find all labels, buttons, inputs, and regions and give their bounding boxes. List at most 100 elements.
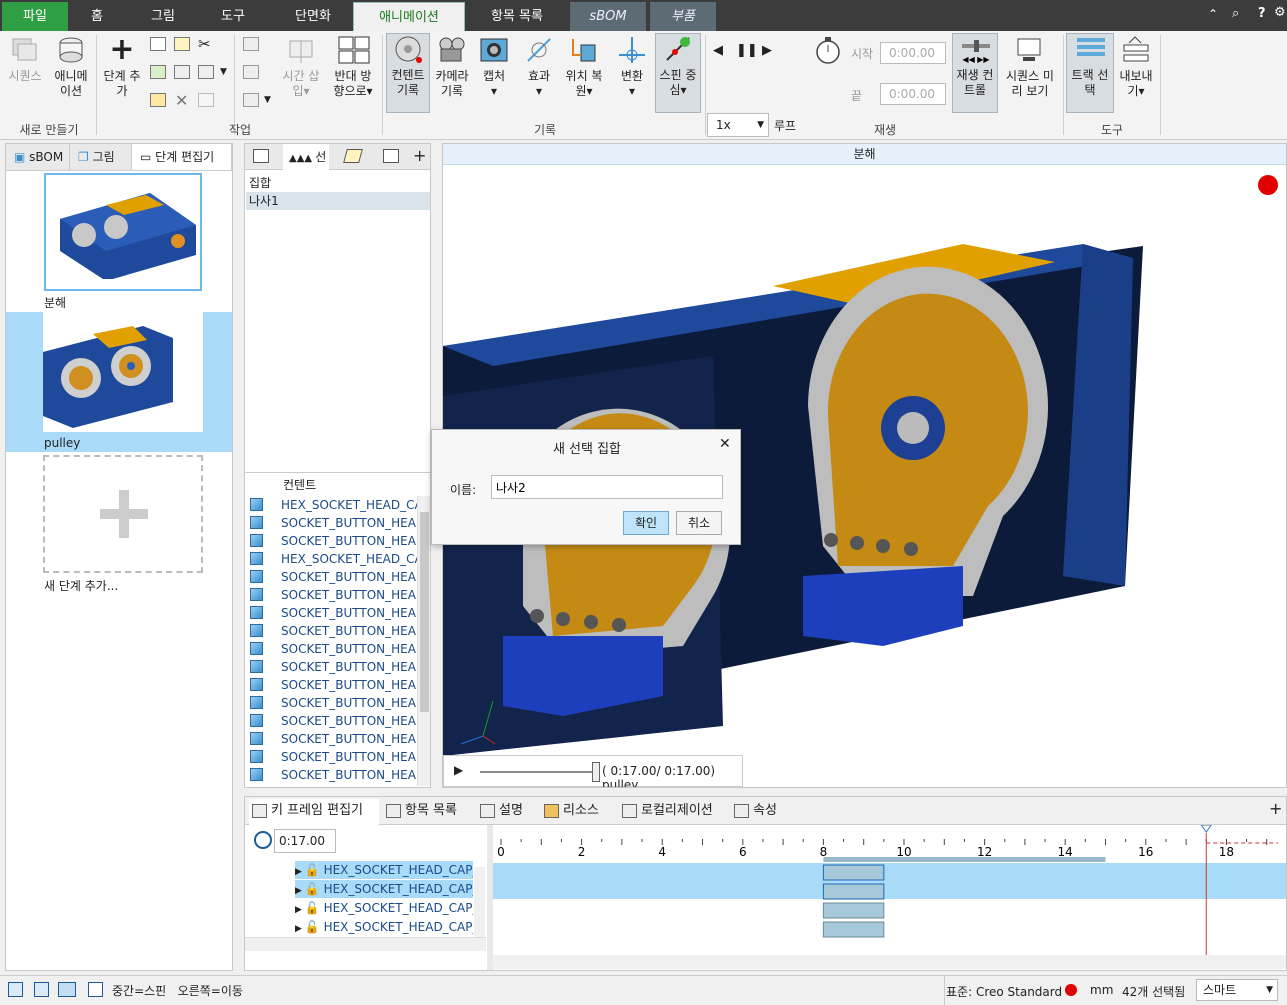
search-icon[interactable]: ⌕ bbox=[1232, 6, 1239, 21]
tab-properties[interactable]: 속성 bbox=[731, 799, 791, 823]
sequence-preview-button[interactable]: 시퀀스 미 리 보기 bbox=[1002, 35, 1058, 99]
timeline[interactable]: 0 2 4 6 8 10 12 14 16 18 bbox=[493, 825, 1286, 970]
delete-icon[interactable]: ✕ bbox=[175, 91, 188, 110]
help-icon[interactable]: ? bbox=[1258, 6, 1266, 21]
step-card-2[interactable]: pulley bbox=[6, 312, 232, 452]
eraser-icon[interactable] bbox=[343, 149, 363, 163]
name-input[interactable] bbox=[491, 475, 723, 499]
content-row[interactable]: SOCKET_BUTTON_HEAD bbox=[247, 622, 417, 640]
tab-file[interactable]: 파일 bbox=[2, 2, 68, 31]
paste-icon[interactable] bbox=[198, 65, 214, 79]
player-slider-knob[interactable] bbox=[592, 762, 600, 782]
content-row[interactable]: SOCKET_BUTTON_HEAD bbox=[247, 604, 417, 622]
expand-arrow-icon[interactable]: ▶ bbox=[295, 867, 305, 877]
sequence-button[interactable]: 시퀀스 bbox=[4, 35, 46, 84]
player-slider[interactable] bbox=[480, 771, 596, 773]
set-tab-icon[interactable] bbox=[253, 149, 269, 163]
resource-icon[interactable] bbox=[150, 65, 166, 79]
track-select-button[interactable]: 트랙 선 택 bbox=[1066, 33, 1114, 113]
tree-row[interactable]: ▶ 🔓 HEX_SOCKET_HEAD_CAP_ bbox=[295, 880, 473, 898]
cut-icon[interactable]: ✂ bbox=[198, 35, 211, 53]
tab-step-editor[interactable]: ▭ 단계 편집기 bbox=[132, 144, 232, 170]
scale-icon[interactable] bbox=[243, 93, 259, 107]
spin-center-button[interactable]: 스핀 중 심▾ bbox=[655, 33, 701, 113]
expand-arrow-icon[interactable]: ▶ bbox=[295, 886, 305, 896]
step-card-1[interactable]: 분해 bbox=[6, 172, 232, 310]
tab-sbom[interactable]: sBOM bbox=[570, 2, 646, 31]
text-icon[interactable] bbox=[150, 37, 166, 51]
next-icon[interactable]: ▶ bbox=[762, 43, 772, 58]
tab-description[interactable]: 설명 bbox=[477, 799, 537, 823]
expand-arrow-icon[interactable]: ▶ bbox=[295, 924, 305, 934]
transform-button[interactable]: 변환 ▾ bbox=[612, 35, 652, 99]
note-icon[interactable] bbox=[174, 37, 190, 51]
tab-keyframe-editor[interactable]: 키 프레임 편집기 bbox=[249, 799, 379, 825]
content-row[interactable]: SOCKET_BUTTON_HEAD bbox=[247, 766, 417, 784]
pause-icon[interactable]: ❚❚ bbox=[736, 43, 758, 58]
content-row[interactable]: SOCKET_BUTTON_HEAD bbox=[247, 694, 417, 712]
tab-resources[interactable]: 리소스 bbox=[541, 799, 613, 823]
time-insert-button[interactable]: 시간 삽 입▾ bbox=[278, 35, 324, 99]
tab-sectioning[interactable]: 단면화 bbox=[275, 2, 351, 31]
position-restore-button[interactable]: 위치 복 원▾ bbox=[562, 35, 606, 99]
tab-localization[interactable]: 로컬리제이션 bbox=[619, 799, 721, 823]
add-step-label[interactable]: 새 단계 추가... bbox=[44, 577, 118, 594]
ok-button[interactable]: 확인 bbox=[623, 511, 669, 535]
chevron-up-icon[interactable]: ⌃ bbox=[1208, 7, 1218, 21]
content-row[interactable]: SOCKET_BUTTON_HEAD bbox=[247, 712, 417, 730]
tab-tools[interactable]: 도구 bbox=[204, 2, 262, 31]
expand-arrow-icon[interactable]: ▶ bbox=[295, 905, 305, 915]
content-record-button[interactable]: 컨텐트 기록 bbox=[386, 33, 430, 113]
time-input[interactable]: 0:17.00 bbox=[274, 829, 336, 853]
scrollbar[interactable] bbox=[417, 496, 430, 786]
animation-button[interactable]: 애니메 이션 bbox=[50, 35, 92, 99]
add-tab-icon[interactable]: + bbox=[413, 146, 426, 165]
calendar-icon[interactable] bbox=[383, 149, 399, 163]
content-row[interactable]: HEX_SOCKET_HEAD_CAP bbox=[247, 550, 417, 568]
camera-record-button[interactable]: 카메라 기록 bbox=[432, 35, 472, 99]
tree-row[interactable]: ▶ 🔓 HEX_SOCKET_HEAD_CAP_ bbox=[295, 918, 473, 936]
export-button[interactable]: 내보내 기▾ bbox=[1116, 35, 1156, 99]
chevron-down-icon[interactable]: ▼ bbox=[264, 95, 271, 105]
tab-line[interactable]: ▲▲▲ 선 bbox=[283, 144, 329, 170]
content-row[interactable]: SOCKET_BUTTON_HEAD bbox=[247, 532, 417, 550]
start-time-input[interactable]: 0:00.00 bbox=[880, 42, 946, 64]
prev-icon[interactable]: ◀ bbox=[713, 43, 723, 58]
add-step-button[interactable]: + 단계 추 가 bbox=[100, 35, 144, 99]
layout-2-icon[interactable] bbox=[34, 982, 49, 997]
tab-animation[interactable]: 애니메이션 bbox=[353, 2, 465, 31]
content-row[interactable]: SOCKET_BUTTON_HEAD bbox=[247, 676, 417, 694]
range-button[interactable] bbox=[809, 35, 847, 69]
tab-home[interactable]: 홈 bbox=[70, 2, 124, 31]
tab-drawing-left[interactable]: ❐ 그림 bbox=[70, 144, 132, 170]
tab-drawing[interactable]: 그림 bbox=[134, 2, 192, 31]
layout-1-icon[interactable] bbox=[8, 982, 23, 997]
content-row[interactable]: SOCKET_BUTTON_HEAD bbox=[247, 586, 417, 604]
capture-button[interactable]: 캡처 ▾ bbox=[474, 35, 514, 99]
frame-icon[interactable] bbox=[243, 37, 259, 51]
cancel-button[interactable]: 취소 bbox=[676, 511, 722, 535]
tree-row[interactable]: ▶ 🔓 HEX_SOCKET_HEAD_CAP_ bbox=[295, 861, 473, 879]
settings-icon[interactable]: ⚙ bbox=[1274, 5, 1286, 20]
content-row[interactable]: SOCKET_BUTTON_HEAD bbox=[247, 514, 417, 532]
save-icon[interactable] bbox=[174, 65, 190, 79]
content-row[interactable]: SOCKET_BUTTON_HEAD bbox=[247, 658, 417, 676]
reverse-button[interactable]: 반대 방 향으로▾ bbox=[328, 35, 378, 99]
close-icon[interactable]: ✕ bbox=[719, 436, 731, 452]
tab-parts[interactable]: 부품 bbox=[650, 2, 716, 31]
tree-scrollbar[interactable] bbox=[474, 867, 485, 947]
effect-button[interactable]: 효과 ▾ bbox=[520, 35, 558, 99]
add-tab-icon[interactable]: + bbox=[1269, 799, 1282, 818]
add-step-tile[interactable] bbox=[43, 455, 203, 573]
end-time-input[interactable]: 0:00.00 bbox=[880, 83, 946, 105]
set-row[interactable]: 나사1 bbox=[246, 192, 430, 210]
tree-hscrollbar[interactable] bbox=[245, 937, 486, 951]
filter-select[interactable]: 스마트 ▼ bbox=[1196, 979, 1278, 1001]
content-row[interactable]: HEX_SOCKET_HEAD_CAP bbox=[247, 496, 417, 514]
playback-control-button[interactable]: ◀◀ ▶▶ 재생 컨 트롤 bbox=[952, 33, 998, 113]
tree-row[interactable]: ▶ 🔓 HEX_SOCKET_HEAD_CAP_ bbox=[295, 899, 473, 917]
content-row[interactable]: SOCKET_BUTTON_HEAD bbox=[247, 748, 417, 766]
chevron-down-icon[interactable]: ▼ bbox=[220, 67, 227, 77]
tab-item-list-bottom[interactable]: 항목 목록 bbox=[383, 799, 473, 823]
align-icon[interactable] bbox=[243, 65, 259, 79]
